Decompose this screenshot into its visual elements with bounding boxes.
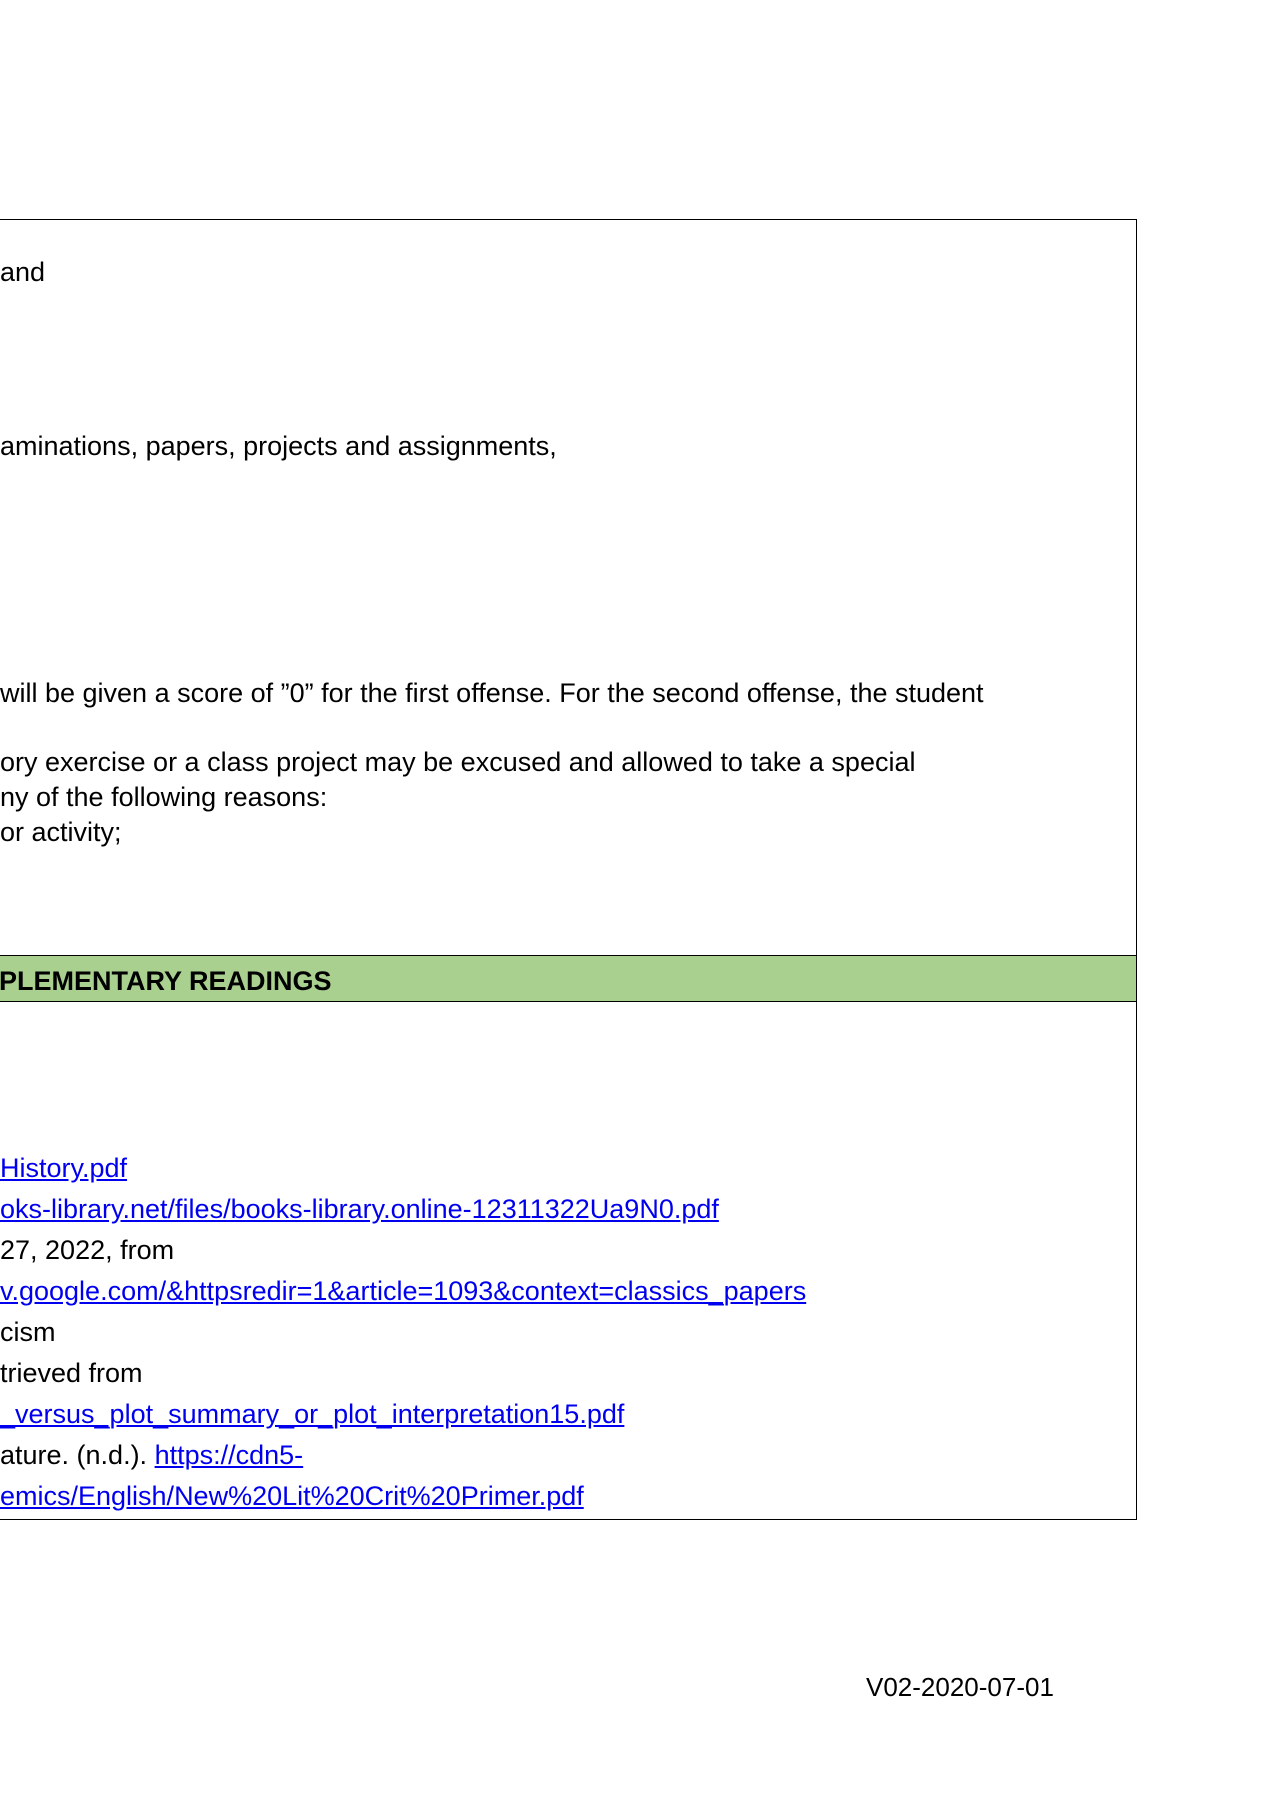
reading-line-8-text: ature. (n.d.).: [0, 1440, 155, 1470]
reading-line-2: oks-library.net/files/books-library.onli…: [0, 1193, 719, 1225]
reading-line-5: cism: [0, 1317, 56, 1347]
policy-line-1: and: [0, 257, 46, 287]
policy-line-3: will be given a score of ”0” for the fir…: [0, 678, 984, 708]
reading-line-7: _versus_plot_summary_or_plot_interpretat…: [0, 1398, 624, 1430]
reading-line-9: emics/English/New%20Lit%20Crit%20Primer.…: [0, 1480, 584, 1512]
reading-line-1: History.pdf: [0, 1152, 127, 1184]
version-footer: V02-2020-07-01: [866, 1672, 1054, 1702]
policies-box: [0, 219, 1137, 955]
reading-link-lit-crit-primer[interactable]: emics/English/New%20Lit%20Crit%20Primer.…: [0, 1481, 584, 1511]
reading-link-books-library[interactable]: oks-library.net/files/books-library.onli…: [0, 1194, 719, 1224]
policy-line-4: ory exercise or a class project may be e…: [0, 747, 916, 777]
policy-line-2: aminations, papers, projects and assignm…: [0, 431, 557, 461]
policy-line-6: or activity;: [0, 817, 122, 847]
reading-line-4: v.google.com/&httpsredir=1&article=1093&…: [0, 1275, 806, 1307]
readings-header-title: PLEMENTARY READINGS: [0, 966, 332, 996]
reading-link-history[interactable]: History.pdf: [0, 1153, 127, 1183]
reading-link-plot-summary[interactable]: _versus_plot_summary_or_plot_interpretat…: [0, 1399, 624, 1429]
reading-line-6: trieved from: [0, 1358, 143, 1388]
readings-header-bar: PLEMENTARY READINGS: [0, 955, 1137, 1002]
policy-line-5: ny of the following reasons:: [0, 782, 328, 812]
reading-link-google[interactable]: v.google.com/&httpsredir=1&article=1093&…: [0, 1276, 806, 1306]
reading-line-8: ature. (n.d.). https://cdn5-: [0, 1439, 303, 1471]
reading-link-cdn5[interactable]: https://cdn5-: [155, 1440, 304, 1470]
reading-line-3: 27, 2022, from: [0, 1235, 175, 1265]
